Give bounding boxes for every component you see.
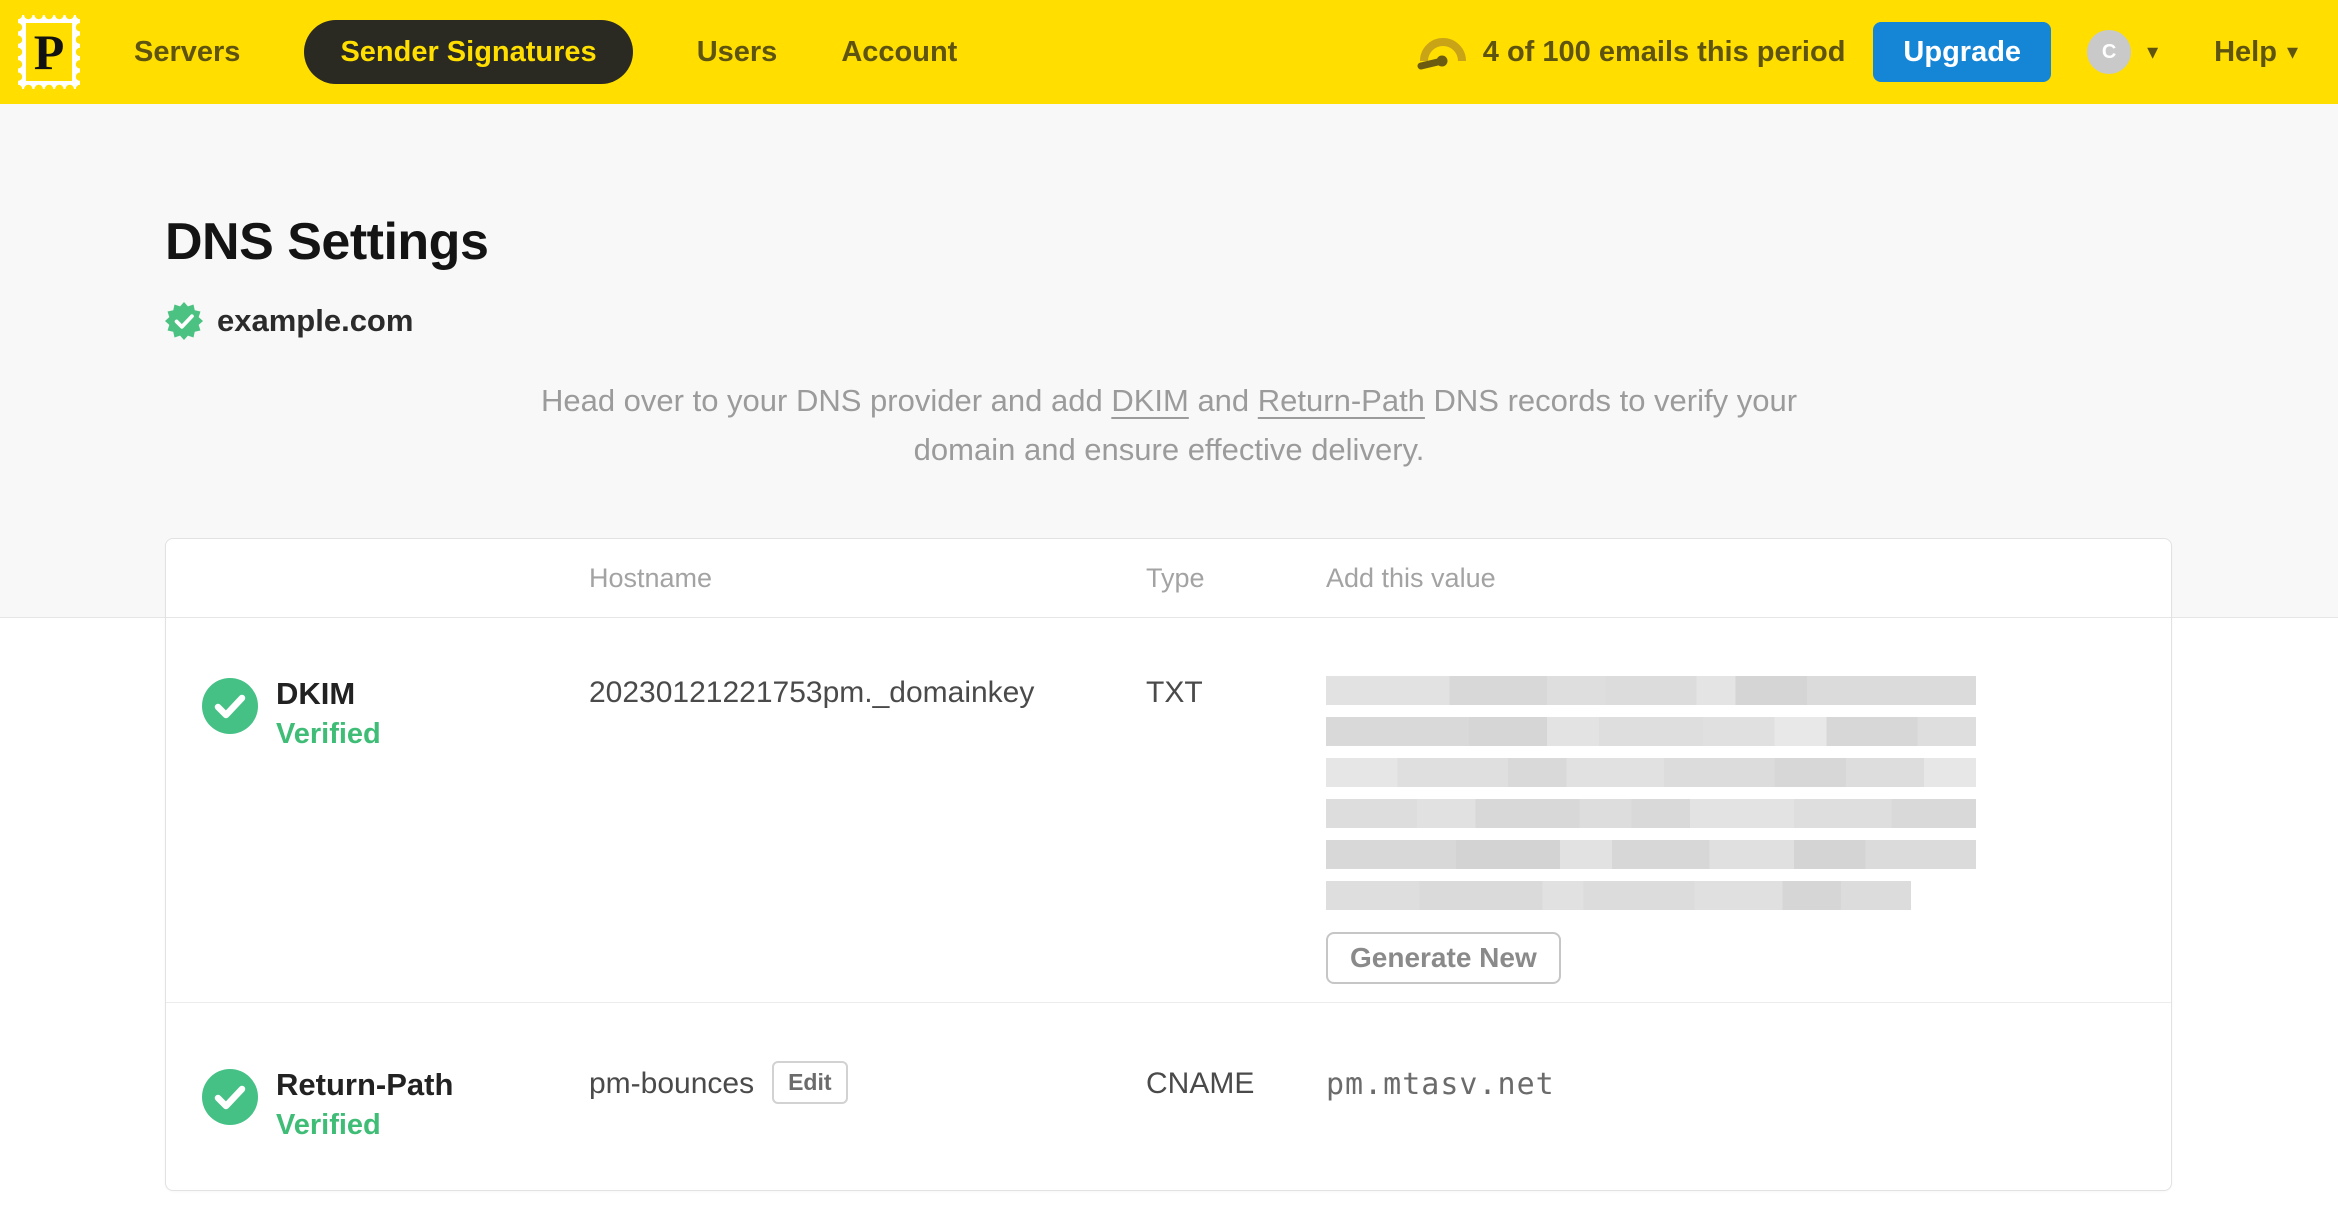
chevron-down-icon: ▾ [2147,39,2159,64]
top-navigation-bar: P Servers Sender Signatures Users Accoun… [0,0,2338,104]
return-path-value: pm.mtasv.net [1326,1003,2171,1190]
dkim-status-text: DKIM Verified [276,676,381,751]
dkim-value-cell: Generate New [1326,618,2171,1002]
svg-text:P: P [34,24,65,80]
verified-seal-icon [165,302,203,340]
hostname-value: 20230121221753pm._domainkey [589,676,1035,709]
redacted-value-bar [1326,676,1976,705]
hostname-value: pm-bounces [589,1067,755,1100]
gauge-icon [1417,38,1466,70]
edit-button[interactable]: Edit [772,1061,848,1104]
status-badge: Verified [276,1108,381,1141]
verified-check-icon [202,678,258,734]
column-header-hostname: Hostname [589,562,713,593]
primary-nav: Servers Sender Signatures Users Account [134,20,957,84]
dkim-status-cell: DKIM Verified [166,618,589,1002]
postmark-logo-icon[interactable]: P [18,15,80,89]
page-title: DNS Settings [165,213,489,271]
return-path-status-cell: Return-Path Verified [166,1003,589,1190]
table-row-dkim: DKIM Verified 20230121221753pm._domainke… [166,618,2171,1003]
status-badge: Verified [276,717,381,750]
verified-check-icon [202,1069,258,1125]
redacted-value-bar [1326,799,1976,828]
return-path-status-text: Return-Path Verified [276,1067,453,1142]
record-name: DKIM [276,676,356,711]
usage-text: 4 of 100 emails this period [1482,35,1846,68]
nav-item-users[interactable]: Users [697,36,778,69]
nav-item-servers[interactable]: Servers [134,36,240,69]
usage-meter: 4 of 100 emails this period [1417,31,1846,73]
return-path-type: CNAME [1146,1067,1255,1100]
help-label: Help [2214,35,2277,68]
dns-records-card: Hostname Type Add this value DKIM Verifi… [165,538,2172,1191]
column-header-type: Type [1146,562,1205,593]
avatar[interactable]: C [2087,30,2132,74]
redacted-dkim-value [1326,676,1976,910]
intro-text: Head over to your DNS provider and add D… [539,376,1799,474]
domain-row: example.com [165,302,2338,340]
chevron-down-icon: ▾ [2286,39,2298,64]
dkim-type: TXT [1146,676,1203,709]
generate-new-button[interactable]: Generate New [1326,932,1561,984]
intro-pre: Head over to your DNS provider and add [540,383,1112,418]
topbar-right-cluster: 4 of 100 emails this period Upgrade C ▾ … [1417,22,2298,82]
redacted-value-bar [1326,758,1976,787]
account-menu[interactable]: C ▾ [2087,30,2158,74]
domain-name: example.com [217,303,414,338]
help-menu[interactable]: Help ▾ [2214,36,2298,69]
table-row-return-path: Return-Path Verified pm-bounces Edit CNA… [166,1003,2171,1190]
nav-item-account[interactable]: Account [841,36,957,69]
dkim-hostname: 20230121221753pm._domainkey [589,618,1146,1002]
record-name: Return-Path [276,1067,454,1102]
return-path-hostname: pm-bounces Edit [589,1003,1146,1190]
return-path-link[interactable]: Return-Path [1258,383,1425,418]
nav-item-sender-signatures[interactable]: Sender Signatures [304,20,633,84]
redacted-value-bar [1326,881,1911,910]
cname-value: pm.mtasv.net [1326,1067,1555,1102]
table-header-row: Hostname Type Add this value [166,539,2171,618]
redacted-value-bar [1326,840,1976,869]
dkim-link[interactable]: DKIM [1111,383,1189,418]
upgrade-button[interactable]: Upgrade [1873,22,2052,82]
column-header-value: Add this value [1326,562,1496,593]
redacted-value-bar [1326,717,1976,746]
intro-mid: and [1188,383,1258,418]
